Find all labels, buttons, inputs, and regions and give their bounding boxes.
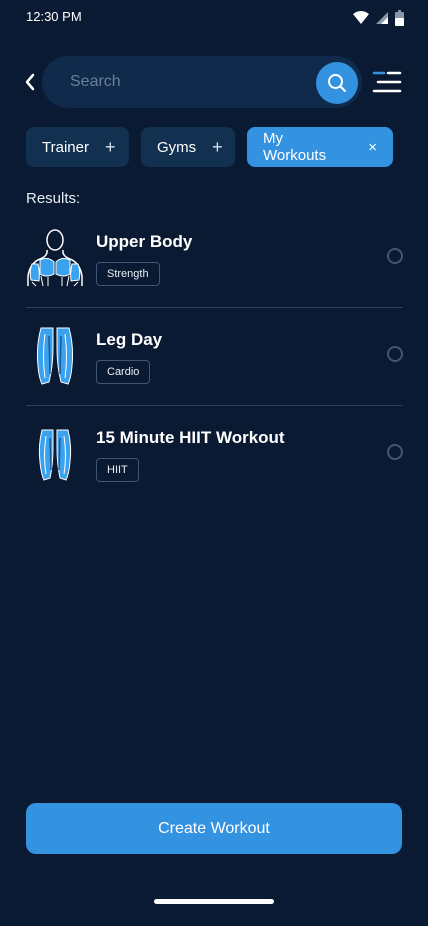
workout-title: Leg Day [96,330,163,349]
header [0,56,428,108]
status-bar: 12:30 PM [0,0,428,36]
filter-chips: Trainer + Gyms + My Workouts × [26,127,393,167]
filter-chip-label: My Workouts [263,130,327,164]
status-icons [353,10,404,26]
workout-title: 15 Minute HIIT Workout [96,428,285,447]
list-item[interactable]: Leg Day Cardio [26,308,403,406]
results-label: Results: [26,190,81,207]
workout-tag: HIIT [96,458,139,482]
filter-chip-label: Trainer [42,138,89,156]
plus-icon: + [104,137,116,157]
wifi-icon [353,11,369,24]
create-workout-button[interactable]: Create Workout [26,803,402,854]
select-radio[interactable] [387,444,403,460]
legs-muscle-icon [26,326,84,386]
signal-icon [376,12,388,24]
filter-chip-label: Gyms [157,138,197,156]
search-icon [328,74,346,92]
search-input[interactable] [68,72,292,92]
filter-chip-my-workouts[interactable]: My Workouts × [247,127,393,167]
chevron-left-icon [25,73,35,91]
filter-chip-gyms[interactable]: Gyms + [141,127,235,167]
search-button[interactable] [316,62,358,104]
back-button[interactable] [18,68,42,96]
battery-icon [395,10,404,26]
workout-title: Upper Body [96,232,193,251]
select-radio[interactable] [387,248,403,264]
workout-list: Upper Body Strength Leg Day Cardio 15 Mi [26,210,403,503]
workout-tag: Cardio [96,360,151,384]
menu-button[interactable] [372,70,402,94]
home-indicator[interactable] [154,899,274,904]
search-box [42,56,362,108]
legs-muscle-icon [26,424,84,484]
upper-body-muscle-icon [26,228,84,288]
filter-chip-trainer[interactable]: Trainer + [26,127,129,167]
workout-tag: Strength [96,262,160,286]
plus-icon: + [212,137,223,157]
menu-icon [372,71,402,93]
close-icon[interactable]: × [368,140,377,155]
status-time: 12:30 PM [26,9,82,24]
list-item[interactable]: 15 Minute HIIT Workout HIIT [26,406,403,503]
select-radio[interactable] [387,346,403,362]
list-item[interactable]: Upper Body Strength [26,210,403,308]
